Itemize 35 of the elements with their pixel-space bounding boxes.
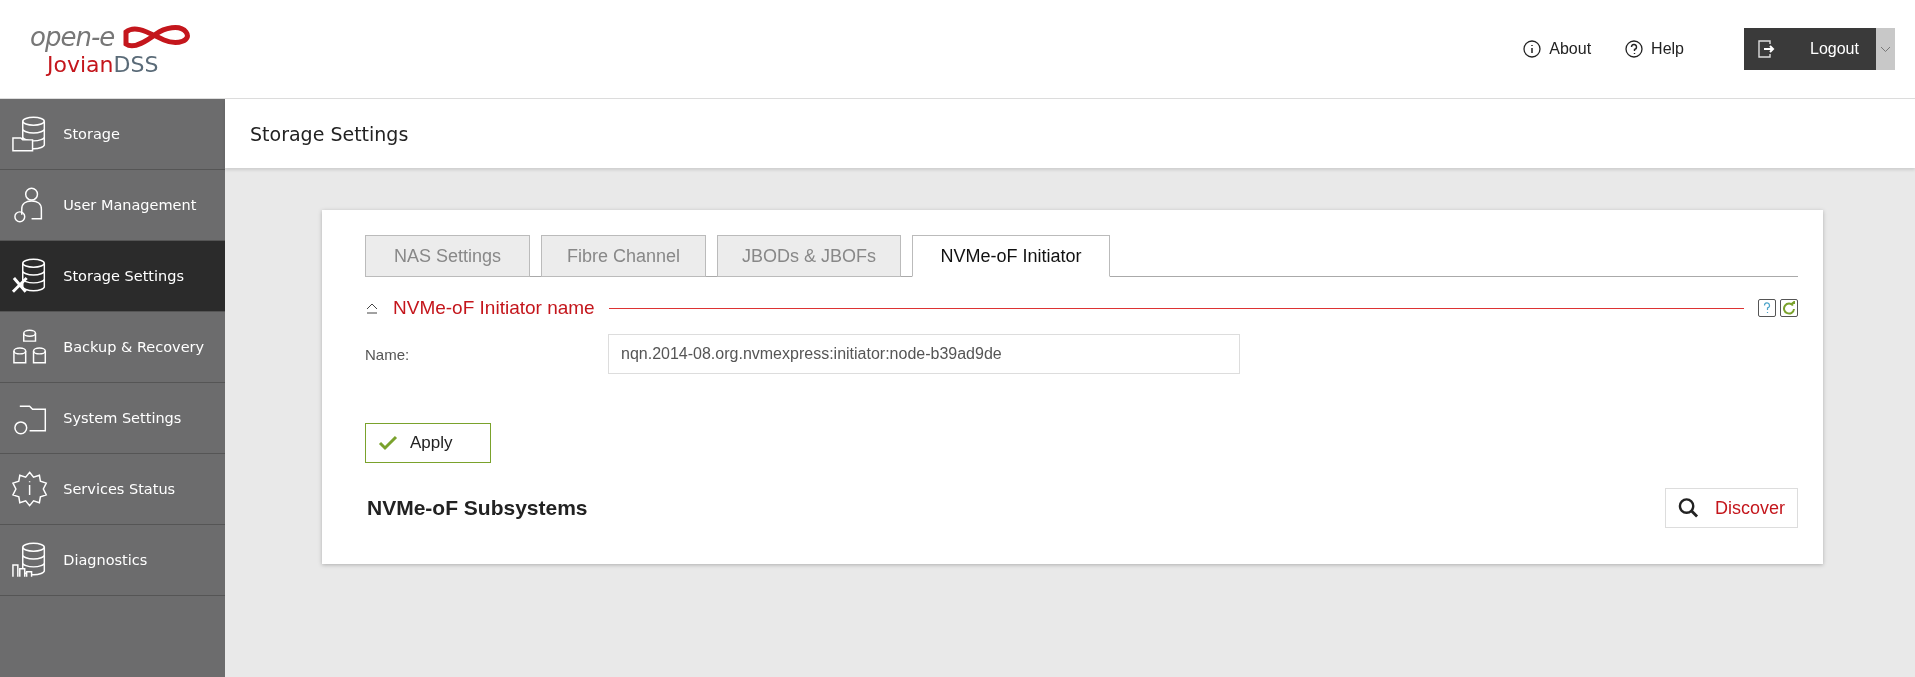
sidebar-item[interactable]: System Settings [0, 383, 225, 454]
help-icon [1625, 40, 1644, 58]
subsystems-heading: NVMe-oF Subsystems [367, 496, 588, 520]
search-icon [1678, 497, 1699, 519]
sidebar-item[interactable]: Services Status [0, 454, 225, 525]
section-title: NVMe-oF Initiator name [393, 297, 595, 319]
tab[interactable]: NVMe-oF Initiator [912, 235, 1110, 277]
name-input-field[interactable]: nqn.2014-08.org.nvmexpress:initiator:node-b39ad9de [608, 334, 1240, 374]
logo-product-text: JovianDSS [46, 51, 160, 77]
refresh-button[interactable] [1780, 299, 1798, 317]
help-link[interactable]: Help [1625, 40, 1684, 58]
about-link[interactable]: About [1523, 40, 1592, 58]
infinity-logo-icon [122, 23, 193, 50]
tab[interactable]: NAS Settings [365, 235, 530, 277]
collapse-icon[interactable] [365, 302, 379, 314]
checkmark-icon [378, 435, 398, 451]
logout-icon [1758, 40, 1776, 58]
tab[interactable]: JBODs & JBOFs [717, 235, 901, 277]
apply-button[interactable]: Apply [365, 423, 491, 463]
refresh-icon [1782, 301, 1796, 315]
info-icon [1523, 40, 1542, 58]
chevron-down-icon [1880, 45, 1891, 53]
page-title: Storage Settings [225, 99, 1915, 168]
sidebar-item[interactable]: Diagnostics [0, 525, 225, 596]
tab[interactable]: Fibre Channel [541, 235, 706, 277]
sidebar-item[interactable]: Storage Settings [0, 241, 225, 312]
gear-info-icon [10, 469, 50, 509]
logo-brand-text: open-e [30, 21, 115, 52]
help-button[interactable] [1758, 299, 1776, 317]
sidebar-item[interactable]: Storage [0, 99, 225, 170]
field-label: Name: [365, 345, 411, 363]
question-mark-icon [1763, 302, 1771, 314]
discover-button[interactable]: Discover [1665, 488, 1798, 528]
logout-button[interactable]: Logout [1744, 28, 1876, 70]
sidebar-item[interactable]: Backup & Recovery [0, 312, 225, 383]
